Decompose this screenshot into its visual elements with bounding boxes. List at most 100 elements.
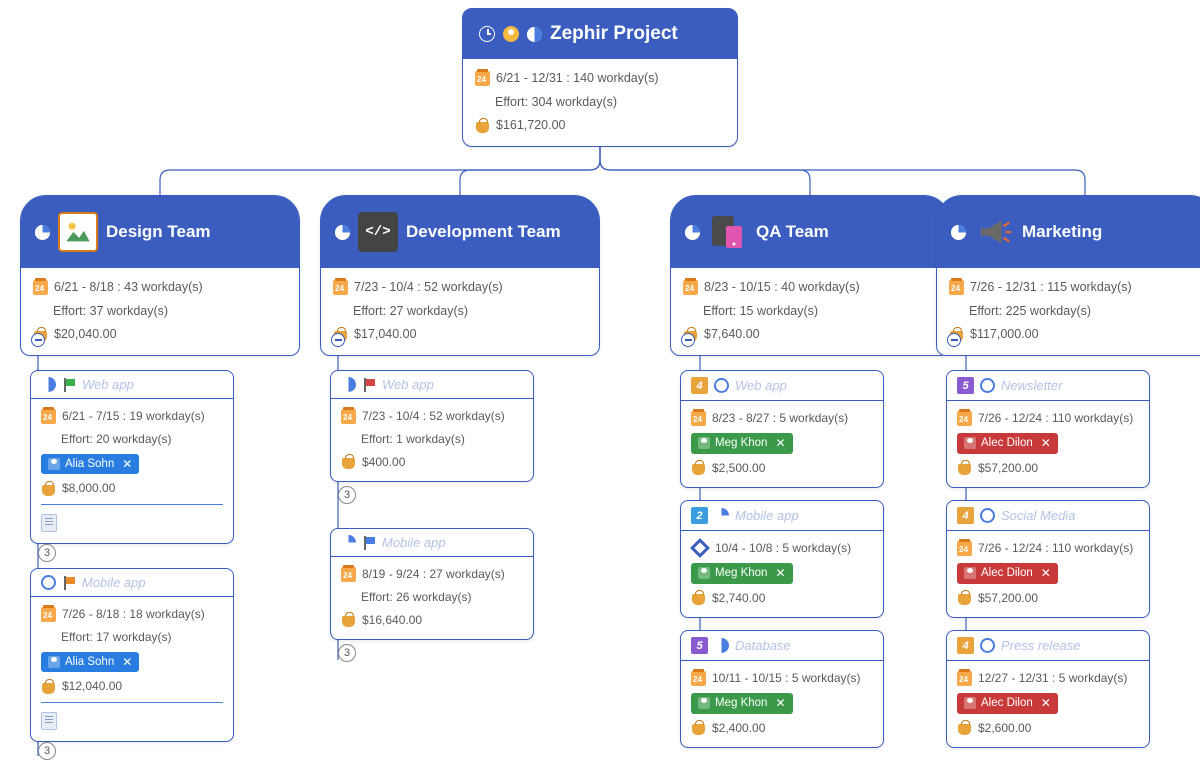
team-node-market[interactable]: Marketing 7/26 - 12/31 : 115 workday(s) … [936,195,1200,356]
assignee-chip[interactable]: Alec Dilon✕ [957,563,1058,584]
task-effort: Effort: 20 workday(s) [61,431,171,448]
task-dates: 7/26 - 8/18 : 18 workday(s) [62,606,205,623]
priority-badge: 5 [957,377,974,394]
remove-icon[interactable]: ✕ [1041,565,1051,582]
assignee-chip[interactable]: Alia Sohn✕ [41,652,139,673]
root-effort: Effort: 304 workday(s) [495,94,617,112]
team-dates: 8/23 - 10/15 : 40 workday(s) [704,279,860,297]
team-effort: Effort: 15 workday(s) [703,303,818,321]
calendar-icon [41,409,56,424]
task-node[interactable]: Web app 7/23 - 10/4 : 52 workday(s) Effo… [330,370,534,482]
task-dates: 8/19 - 9/24 : 27 workday(s) [362,566,505,583]
task-node[interactable]: 5 Newsletter 7/26 - 12/24 : 110 workday(… [946,370,1150,488]
task-cost: $57,200.00 [978,460,1038,477]
child-count-badge[interactable]: 3 [38,742,56,760]
collapse-toggle[interactable] [31,333,45,347]
money-bag-icon [957,590,972,605]
task-node[interactable]: Mobile app 7/26 - 8/18 : 18 workday(s) E… [30,568,234,742]
remove-icon[interactable]: ✕ [775,565,785,582]
task-node[interactable]: 4 Social Media 7/26 - 12/24 : 110 workda… [946,500,1150,618]
task-node[interactable]: 4 Web app 8/23 - 8/27 : 5 workday(s) Meg… [680,370,884,488]
task-node[interactable]: 5 Database 10/11 - 10/15 : 5 workday(s) … [680,630,884,748]
team-node-dev[interactable]: </> Development Team 7/23 - 10/4 : 52 wo… [320,195,600,356]
avatar-icon [698,437,710,449]
task-cost: $400.00 [362,454,405,471]
task-body: 6/21 - 7/15 : 19 workday(s) Effort: 20 w… [31,398,233,543]
money-bag-icon [691,720,706,735]
calendar-icon [475,71,490,86]
team-node-qa[interactable]: QA Team 8/23 - 10/15 : 40 workday(s) Eff… [670,195,950,356]
assignee-chip[interactable]: Alia Sohn✕ [41,454,139,475]
money-bag-icon [957,720,972,735]
calendar-icon [341,567,356,582]
team-node-design[interactable]: Design Team 6/21 - 8/18 : 43 workday(s) … [20,195,300,356]
remove-icon[interactable]: ✕ [122,456,132,473]
calendar-icon [41,607,56,622]
team-header: Marketing [937,196,1200,268]
task-body: 8/23 - 8/27 : 5 workday(s) Meg Khon✕ $2,… [681,400,883,487]
assignee-chip[interactable]: Meg Khon✕ [691,693,793,714]
assignee-chip[interactable]: Alec Dilon✕ [957,433,1058,454]
task-title: Mobile app [82,575,146,590]
root-title: Zephir Project [550,23,678,45]
task-node[interactable]: 4 Press release 12/27 - 12/31 : 5 workda… [946,630,1150,748]
task-header: 5 Database [681,631,883,660]
money-bag-icon [341,612,356,627]
pie-icon [341,535,356,550]
task-title: Press release [1001,638,1080,653]
calendar-icon [341,409,356,424]
team-header: QA Team [671,196,949,268]
collapse-toggle[interactable] [947,333,961,347]
assignee-chip[interactable]: Alec Dilon✕ [957,693,1058,714]
child-count-badge[interactable]: 3 [338,644,356,662]
note-icon[interactable] [41,514,57,532]
team-body: 7/26 - 12/31 : 115 workday(s) Effort: 22… [937,268,1200,355]
remove-icon[interactable]: ✕ [122,654,132,671]
task-cost: $16,640.00 [362,612,422,629]
task-header: Mobile app [331,529,533,556]
money-bag-icon [475,118,490,133]
assignee-chip[interactable]: Meg Khon✕ [691,433,793,454]
task-body: 12/27 - 12/31 : 5 workday(s) Alec Dilon✕… [947,660,1149,747]
remove-icon[interactable]: ✕ [775,695,785,712]
task-body: 10/11 - 10/15 : 5 workday(s) Meg Khon✕ $… [681,660,883,747]
team-effort: Effort: 37 workday(s) [53,303,168,321]
root-node[interactable]: Zephir Project 6/21 - 12/31 : 140 workda… [462,8,738,147]
note-icon[interactable] [41,712,57,730]
task-dates: 10/4 - 10/8 : 5 workday(s) [715,540,851,557]
child-count-badge[interactable]: 3 [38,544,56,562]
flag-icon [362,536,376,550]
team-title: Development Team [406,222,561,242]
task-node[interactable]: Web app 6/21 - 7/15 : 19 workday(s) Effo… [30,370,234,544]
avatar-icon [698,567,710,579]
task-title: Web app [735,378,787,393]
collapse-toggle[interactable] [331,333,345,347]
task-title: Newsletter [1001,378,1062,393]
picture-icon [58,212,98,252]
root-header: Zephir Project [463,9,737,59]
task-node[interactable]: 2 Mobile app 10/4 - 10/8 : 5 workday(s) … [680,500,884,618]
remove-icon[interactable]: ✕ [775,435,785,452]
team-title: Design Team [106,222,211,242]
money-bag-icon [957,460,972,475]
pie-icon [35,225,50,240]
task-node[interactable]: Mobile app 8/19 - 9/24 : 27 workday(s) E… [330,528,534,640]
pie-icon [980,378,995,393]
team-title: Marketing [1022,222,1102,242]
remove-icon[interactable]: ✕ [1041,695,1051,712]
task-header: Web app [31,371,233,398]
avatar-icon [48,458,60,470]
team-body: 6/21 - 8/18 : 43 workday(s) Effort: 37 w… [21,268,299,355]
priority-badge: 4 [957,637,974,654]
flag-icon [362,378,376,392]
assignee-chip[interactable]: Meg Khon✕ [691,563,793,584]
child-count-badge[interactable]: 3 [338,486,356,504]
root-body: 6/21 - 12/31 : 140 workday(s) Effort: 30… [463,59,737,146]
collapse-toggle[interactable] [681,333,695,347]
flag-icon [62,378,76,392]
pie-icon [41,575,56,590]
pie-icon [714,378,729,393]
team-cost: $17,040.00 [354,326,417,344]
pie-icon [980,508,995,523]
remove-icon[interactable]: ✕ [1041,435,1051,452]
